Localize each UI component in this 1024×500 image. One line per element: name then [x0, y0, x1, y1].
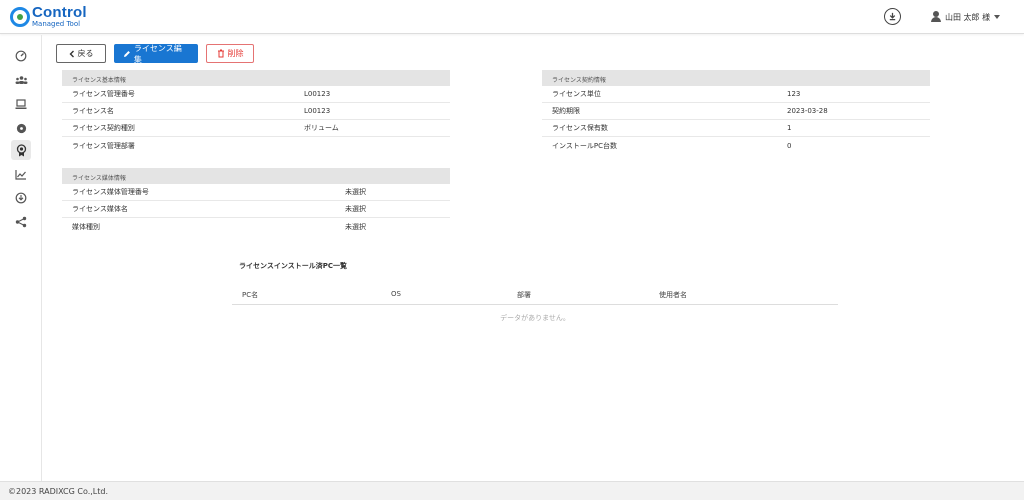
info-row: ライセンス契約種別 ボリューム: [62, 120, 450, 137]
row-value: 0: [787, 141, 792, 150]
chevron-left-icon: [69, 50, 74, 57]
row-label: 媒体種別: [72, 222, 100, 231]
row-label: ライセンス媒体名: [72, 205, 128, 213]
info-row: ライセンス管理番号 L00123: [62, 86, 450, 103]
edit-license-button[interactable]: ライセンス編集: [114, 43, 198, 64]
trash-icon: [217, 49, 224, 58]
row-value: 2023-03-28: [787, 107, 828, 115]
column-header-department[interactable]: 部署: [517, 290, 531, 300]
info-row: ライセンス媒体名 未選択: [62, 201, 450, 218]
pc-list-header: PC名 OS 部署 使用者名: [232, 285, 838, 305]
row-label: 契約期限: [552, 107, 580, 115]
sidebar-item-share[interactable]: [11, 212, 31, 232]
sidebar-item-pcs[interactable]: [11, 94, 31, 114]
sidebar-item-reports[interactable]: [11, 164, 31, 184]
info-row: ライセンス保有数 1: [542, 120, 930, 137]
row-label: ライセンス媒体管理番号: [72, 188, 149, 196]
back-button[interactable]: 戻る: [56, 44, 106, 63]
group-icon: [15, 76, 27, 84]
footer: ©2023 RADIXCG Co.,Ltd.: [0, 481, 1024, 500]
row-value: L00123: [304, 107, 331, 115]
sidebar: [0, 35, 42, 481]
sidebar-item-licenses[interactable]: [11, 140, 31, 160]
license-basic-info-panel: ライセンス基本情報 ライセンス管理番号 L00123 ライセンス名 L00123…: [62, 70, 450, 154]
info-row: ライセンス単位 123: [542, 86, 930, 103]
toolbar: 戻る ライセンス編集 削除: [56, 43, 254, 64]
row-value: 未選択: [345, 205, 366, 213]
sidebar-item-downloads[interactable]: [11, 188, 31, 208]
chart-icon: [15, 169, 26, 180]
license-badge-icon: [16, 143, 26, 156]
info-row: 契約期限 2023-03-28: [542, 103, 930, 120]
edit-license-button-label: ライセンス編集: [133, 43, 182, 64]
caret-down-icon: [994, 15, 1001, 19]
row-value: 未選択: [345, 188, 366, 196]
column-header-os[interactable]: OS: [391, 290, 401, 298]
pc-list-title: ライセンスインストール済PC一覧: [239, 262, 347, 270]
row-label: ライセンス管理番号: [72, 90, 135, 98]
row-value: 未選択: [345, 222, 366, 231]
column-header-user-name[interactable]: 使用者名: [659, 290, 687, 300]
row-value: 123: [787, 90, 801, 98]
row-label: ライセンス保有数: [552, 124, 608, 132]
row-label: インストールPC台数: [552, 141, 617, 150]
row-value: 1: [787, 124, 792, 132]
license-media-info-panel: ライセンス媒体情報 ライセンス媒体管理番号 未選択 ライセンス媒体名 未選択 媒…: [62, 168, 450, 235]
pencil-icon: [123, 50, 130, 57]
info-row: ライセンス管理部署: [62, 137, 450, 154]
license-contract-info-panel: ライセンス契約情報 ライセンス単位 123 契約期限 2023-03-28 ライ…: [542, 70, 930, 154]
column-header-pc-name[interactable]: PC名: [242, 290, 258, 300]
user-icon: [930, 11, 942, 23]
speedometer-icon: [15, 50, 27, 62]
download-circle-icon: [15, 192, 27, 204]
logo-title: Control: [32, 4, 87, 21]
empty-state-text: データがありません。: [500, 314, 570, 322]
row-value: L00123: [304, 90, 331, 98]
panel-title: ライセンス基本情報: [62, 70, 450, 86]
user-name: 山田 太郎 様: [945, 12, 991, 22]
sidebar-item-media[interactable]: [11, 118, 31, 138]
delete-button[interactable]: 削除: [206, 44, 254, 63]
panel-title: ライセンス媒体情報: [62, 168, 450, 184]
row-label: ライセンス名: [72, 107, 114, 115]
download-icon[interactable]: [884, 8, 901, 25]
row-label: ライセンス単位: [552, 90, 601, 98]
sidebar-item-dashboard[interactable]: [11, 46, 31, 66]
info-row: 媒体種別 未選択: [62, 218, 450, 235]
sidebar-item-users[interactable]: [11, 70, 31, 90]
share-icon: [15, 216, 27, 228]
info-row: ライセンス媒体管理番号 未選択: [62, 184, 450, 201]
logo-mark-icon: [10, 6, 30, 27]
row-value: ボリューム: [304, 124, 339, 132]
panel-title: ライセンス契約情報: [542, 70, 930, 86]
user-menu[interactable]: 山田 太郎 様: [930, 11, 1001, 23]
laptop-icon: [15, 98, 27, 109]
disc-icon: [16, 123, 26, 133]
row-label: ライセンス管理部署: [72, 141, 135, 150]
copyright-text: ©2023 RADIXCG Co.,Ltd.: [8, 487, 108, 496]
app-logo[interactable]: Control Managed Tool: [10, 5, 87, 28]
delete-button-label: 削除: [227, 49, 244, 58]
logo-subtitle: Managed Tool: [32, 20, 81, 28]
back-button-label: 戻る: [77, 49, 94, 58]
info-row: インストールPC台数 0: [542, 137, 930, 154]
info-row: ライセンス名 L00123: [62, 103, 450, 120]
app-header: Control Managed Tool 山田 太郎 様: [0, 0, 1024, 34]
row-label: ライセンス契約種別: [72, 124, 135, 132]
